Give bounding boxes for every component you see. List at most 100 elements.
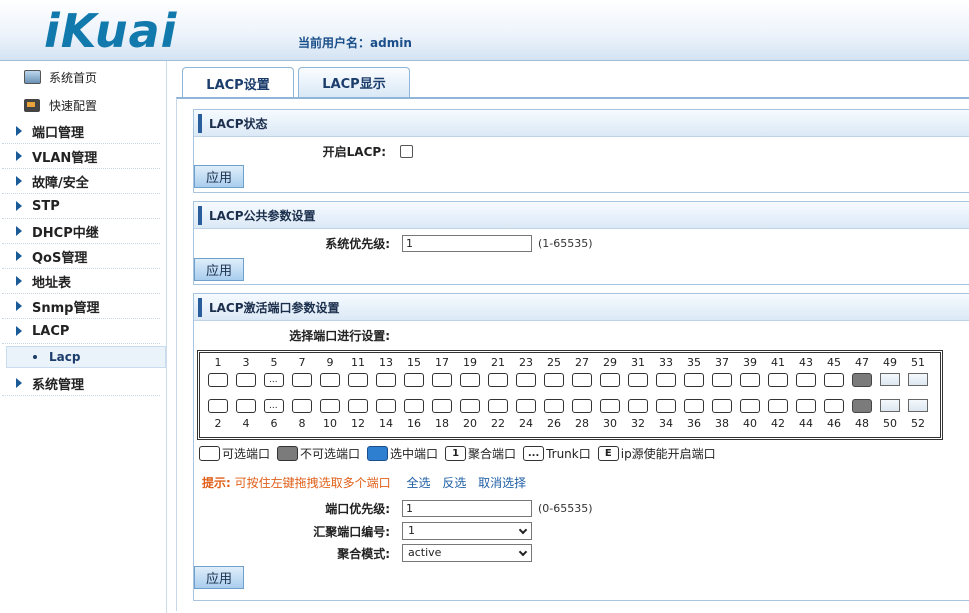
expand-arrow-icon [16,378,22,388]
port-6[interactable]: ... [264,399,284,413]
port-12[interactable] [348,399,368,413]
port-number-label: 25 [547,356,561,369]
aggregate-mode-select[interactable]: active [402,544,532,562]
sidebar-item-vlan[interactable]: VLAN管理 [2,144,160,169]
port-19[interactable] [460,373,480,387]
expand-arrow-icon [16,201,22,211]
port-number-label: 44 [799,417,813,430]
port-number-label: 45 [827,356,841,369]
port-number-label: 30 [603,417,617,430]
expand-arrow-icon [16,301,22,311]
port-number-label: 13 [379,356,393,369]
sidebar-item-stp[interactable]: STP [2,194,160,219]
tab-lacp-settings[interactable]: LACP设置 [182,67,294,99]
port-apply-button[interactable]: 应用 [194,566,244,589]
port-31[interactable] [628,373,648,387]
sidebar-item-home[interactable]: 系统首页 [0,63,166,91]
system-priority-input[interactable]: 1 [402,235,532,252]
tab-lacp-display[interactable]: LACP显示 [298,67,410,97]
port-number-label: 4 [242,417,250,430]
port-48[interactable] [852,399,872,413]
port-42[interactable] [768,399,788,413]
port-5[interactable]: ... [264,373,284,387]
port-26[interactable] [544,399,564,413]
port-number-label: 2 [214,417,222,430]
port-20[interactable] [460,399,480,413]
public-apply-button[interactable]: 应用 [194,258,244,281]
port-number-label: 12 [351,417,365,430]
port-number-label: 50 [883,417,897,430]
port-16[interactable] [404,399,424,413]
aggregate-id-select[interactable]: 1 [402,522,532,540]
port-14[interactable] [376,399,396,413]
port-number-label: 11 [351,356,365,369]
port-number-label: 28 [575,417,589,430]
port-27[interactable] [572,373,592,387]
system-priority-label: 系统优先级: [325,237,390,251]
port-18[interactable] [432,399,452,413]
port-10[interactable] [320,399,340,413]
port-21[interactable] [488,373,508,387]
port-43[interactable] [796,373,816,387]
sidebar-item-quick-config[interactable]: 快速配置 [0,91,166,119]
port-44[interactable] [796,399,816,413]
port-45[interactable] [824,373,844,387]
port-49[interactable] [880,373,900,386]
invert-selection-link[interactable]: 反选 [442,476,466,490]
port-number-label: 52 [911,417,925,430]
port-51[interactable] [908,373,928,386]
port-2[interactable] [208,399,228,413]
enable-lacp-checkbox[interactable] [400,145,413,158]
port-24[interactable] [516,399,536,413]
port-32[interactable] [628,399,648,413]
port-17[interactable] [432,373,452,387]
port-46[interactable] [824,399,844,413]
sidebar-item-system[interactable]: 系统管理 [2,371,160,396]
status-apply-button[interactable]: 应用 [194,165,244,188]
port-50[interactable] [880,399,900,412]
port-4[interactable] [236,399,256,413]
port-8[interactable] [292,399,312,413]
sidebar-subitem-lacp[interactable]: Lacp [6,346,166,368]
port-37[interactable] [712,373,732,387]
port-11[interactable] [348,373,368,387]
port-3[interactable] [236,373,256,387]
port-36[interactable] [684,399,704,413]
port-30[interactable] [600,399,620,413]
port-34[interactable] [656,399,676,413]
port-15[interactable] [404,373,424,387]
port-22[interactable] [488,399,508,413]
port-38[interactable] [712,399,732,413]
port-number-label: 41 [771,356,785,369]
port-panel[interactable]: 1 3 5... 7 9 11 13 15 17 19 21 23 25 27 29 31 33 35 37 39 41… [197,350,943,440]
sidebar-item-qos[interactable]: QoS管理 [2,244,160,269]
sidebar-item-port[interactable]: 端口管理 [2,119,160,144]
port-35[interactable] [684,373,704,387]
port-40[interactable] [740,399,760,413]
port-7[interactable] [292,373,312,387]
sidebar-item-security[interactable]: 故障/安全 [2,169,160,194]
port-1[interactable] [208,373,228,387]
port-29[interactable] [600,373,620,387]
port-47[interactable] [852,373,872,387]
port-number-label: 15 [407,356,421,369]
port-number-label: 42 [771,417,785,430]
sidebar-item-lacp[interactable]: LACP [2,319,160,344]
port-priority-input[interactable]: 1 [402,500,532,517]
port-number-label: 14 [379,417,393,430]
port-33[interactable] [656,373,676,387]
port-23[interactable] [516,373,536,387]
port-52[interactable] [908,399,928,412]
sidebar-item-dhcp-relay[interactable]: DHCP中继 [2,219,160,244]
port-9[interactable] [320,373,340,387]
port-39[interactable] [740,373,760,387]
sidebar-item-snmp[interactable]: Snmp管理 [2,294,160,319]
sidebar-item-address-table[interactable]: 地址表 [2,269,160,294]
port-13[interactable] [376,373,396,387]
port-25[interactable] [544,373,564,387]
port-28[interactable] [572,399,592,413]
cancel-selection-link[interactable]: 取消选择 [478,476,526,490]
port-41[interactable] [768,373,788,387]
selected-port-icon [367,446,389,461]
select-all-link[interactable]: 全选 [406,476,430,490]
